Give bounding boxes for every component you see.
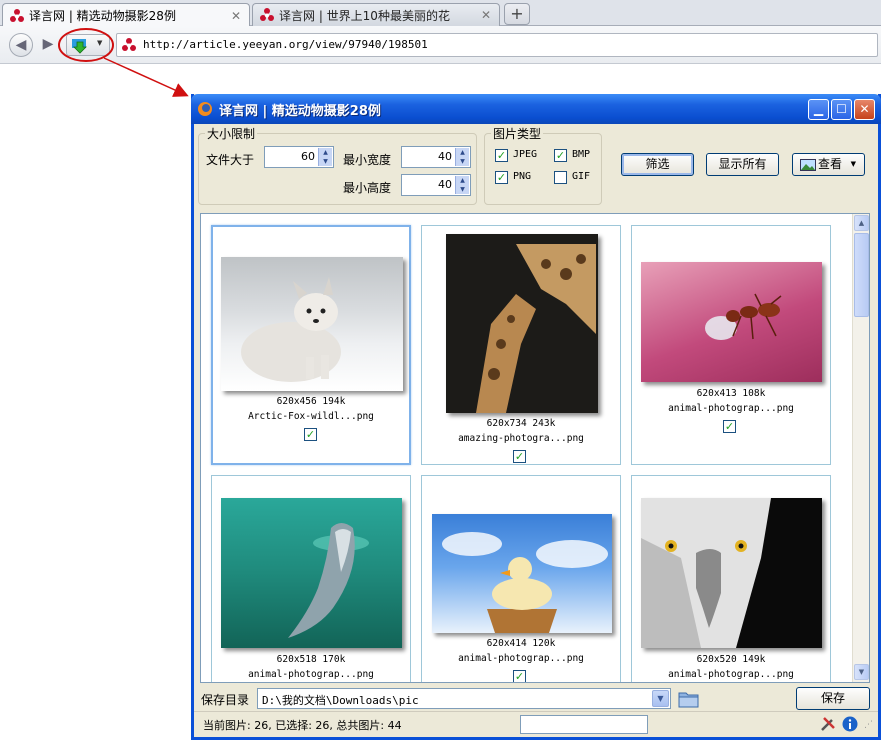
save-dir-combo[interactable]: D:\我的文档\Downloads\pic ▼ (257, 688, 671, 709)
bmp-label: BMP (572, 149, 591, 160)
image-size: 620x520 149k (696, 654, 766, 665)
scroll-down-icon[interactable]: ▼ (854, 664, 869, 680)
image-card[interactable]: 620x413 108k animal-photograp...png ✓ (631, 225, 831, 465)
tab-active[interactable]: 译言网 | 精选动物摄影28例 ✕ (2, 3, 250, 27)
chevron-down-icon[interactable]: ▼ (652, 690, 669, 707)
spinner-arrows-icon[interactable]: ▲ ▼ (318, 148, 332, 166)
save-button[interactable]: 保存 (796, 687, 870, 710)
duck-thumbnail[interactable] (432, 514, 612, 633)
png-label: PNG (513, 171, 532, 182)
minimize-button[interactable]: ▁ (808, 99, 829, 120)
chevron-down-icon[interactable]: ▼ (97, 39, 102, 47)
file-size-value: 60 (301, 150, 315, 163)
image-card[interactable]: 620x456 194k Arctic-Fox-wildl...png ✓ (211, 225, 411, 465)
image-filename: animal-photograp...png (248, 669, 374, 680)
save-dir-label: 保存目录 (201, 693, 250, 707)
tab-title: 译言网 | 精选动物摄影28例 (29, 9, 176, 23)
back-button[interactable]: ◀ (9, 33, 33, 57)
status-bar: 当前图片: 26, 已选择: 26, 总共图片: 44 ⋰ (194, 711, 878, 737)
image-type-group: 图片类型 (484, 125, 602, 205)
folder-icon[interactable] (678, 690, 700, 708)
site-identity-icon[interactable] (121, 37, 137, 53)
close-button[interactable]: ✕ (854, 99, 875, 120)
maximize-button[interactable]: ☐ (831, 99, 852, 120)
close-tab-icon[interactable]: ✕ (479, 8, 493, 22)
min-height-label: 最小高度 (343, 181, 392, 195)
show-all-button[interactable]: 显示所有 (706, 153, 779, 176)
min-width-spinner[interactable]: 40 ▲ ▼ (401, 146, 471, 168)
image-filename: animal-photograp...png (668, 669, 794, 680)
png-checkbox[interactable]: ✓ (495, 171, 508, 184)
image-select-checkbox[interactable]: ✓ (304, 428, 317, 441)
file-size-spinner[interactable]: 60 ▲ ▼ (264, 146, 334, 168)
jpeg-checkbox[interactable]: ✓ (495, 149, 508, 162)
close-tab-icon[interactable]: ✕ (229, 9, 243, 23)
forward-button[interactable]: ▶ (36, 33, 60, 57)
view-button-label: 查看 (818, 157, 843, 171)
chevron-down-icon: ▼ (850, 160, 856, 168)
image-gallery[interactable]: 620x456 194k Arctic-Fox-wildl...png ✓ 62… (200, 213, 870, 683)
image-select-checkbox[interactable]: ✓ (723, 420, 736, 433)
scrollbar-thumb[interactable] (854, 233, 869, 317)
picture-icon (800, 159, 816, 171)
spinner-arrows-icon[interactable]: ▲ ▼ (455, 148, 469, 166)
image-select-checkbox[interactable]: ✓ (513, 450, 526, 463)
file-size-label: 文件大于 (206, 153, 255, 167)
dialog-title: 译言网 | 精选动物摄影28例 (219, 104, 381, 119)
image-download-extension-button[interactable]: ▼ (66, 34, 110, 56)
min-height-spinner[interactable]: 40 ▲ ▼ (401, 174, 471, 196)
gallery-scrollbar[interactable]: ▲ ▼ (852, 214, 869, 682)
image-size: 620x518 170k (276, 654, 346, 665)
image-card[interactable]: 620x518 170k animal-photograp...png (211, 475, 411, 682)
spinner-arrows-icon[interactable]: ▲ ▼ (455, 176, 469, 194)
image-card[interactable]: 620x520 149k animal-photograp...png (631, 475, 831, 682)
min-width-label: 最小宽度 (343, 153, 392, 167)
new-tab-button[interactable]: + (504, 3, 530, 25)
download-arrow-icon (72, 39, 87, 54)
jpeg-label: JPEG (513, 149, 538, 160)
image-filename: animal-photograp...png (668, 403, 794, 414)
image-size: 620x413 108k (696, 388, 766, 399)
firefox-icon (198, 102, 212, 116)
tab-title: 译言网 | 世界上10种最美丽的花 (279, 8, 450, 23)
giraffes-thumbnail[interactable] (446, 234, 598, 413)
min-height-value: 40 (438, 178, 452, 191)
size-limit-legend: 大小限制 (207, 127, 256, 141)
info-icon[interactable] (842, 716, 858, 732)
image-size: 620x414 120k (486, 638, 556, 649)
status-text: 当前图片: 26, 已选择: 26, 总共图片: 44 (203, 719, 402, 732)
yeeyan-logo-icon (10, 8, 24, 22)
tab-inactive[interactable]: 译言网 | 世界上10种最美丽的花 ✕ (252, 3, 500, 26)
image-card[interactable]: 620x414 120k animal-photograp...png ✓ (421, 475, 621, 682)
image-size: 620x734 243k (486, 418, 556, 429)
image-card[interactable]: 620x734 243k amazing-photogra...png ✓ (421, 225, 621, 465)
image-filename: animal-photograp...png (458, 653, 584, 664)
gif-label: GIF (572, 171, 591, 182)
filter-button[interactable]: 筛选 (621, 153, 694, 176)
image-filename: Arctic-Fox-wildl...png (248, 411, 374, 422)
ant-thumbnail[interactable] (641, 262, 822, 382)
tools-icon[interactable] (820, 716, 836, 732)
resize-grip-icon[interactable]: ⋰ (864, 720, 873, 730)
dolphin-thumbnail[interactable] (221, 498, 402, 648)
arctic-fox-thumbnail[interactable] (221, 257, 403, 391)
min-width-value: 40 (438, 150, 452, 163)
gif-checkbox[interactable] (554, 171, 567, 184)
image-filename: amazing-photogra...png (458, 433, 584, 444)
image-type-legend: 图片类型 (493, 127, 542, 141)
scroll-up-icon[interactable]: ▲ (854, 215, 869, 231)
bmp-checkbox[interactable]: ✓ (554, 149, 567, 162)
address-bar[interactable]: http://article.yeeyan.org/view/97940/198… (116, 33, 878, 57)
image-size: 620x456 194k (276, 396, 346, 407)
url-text: http://article.yeeyan.org/view/97940/198… (143, 38, 428, 51)
eagle-thumbnail[interactable] (641, 498, 822, 648)
progress-field (520, 715, 648, 734)
dialog-title-bar[interactable]: 译言网 | 精选动物摄影28例 ▁ ☐ ✕ (191, 94, 881, 124)
view-button[interactable]: 查看 ▼ (792, 153, 865, 176)
save-dir-value: D:\我的文档\Downloads\pic (262, 694, 419, 707)
yeeyan-logo-icon (260, 8, 274, 21)
image-select-checkbox[interactable]: ✓ (513, 670, 526, 682)
